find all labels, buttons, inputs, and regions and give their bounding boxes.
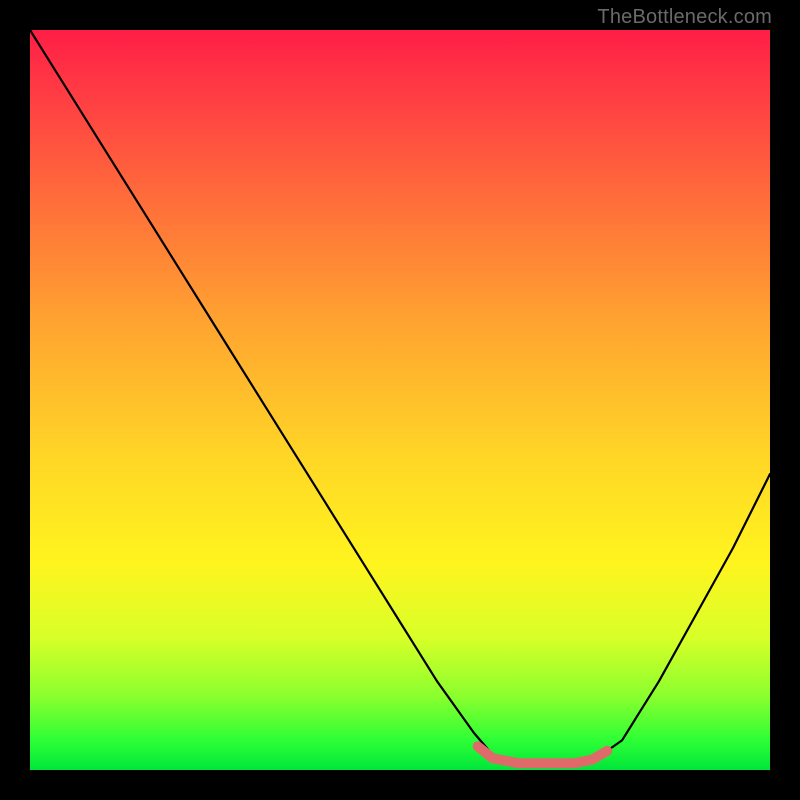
chart-frame: TheBottleneck.com	[0, 0, 800, 800]
plot-area	[30, 30, 770, 770]
main-curve	[30, 30, 770, 764]
trough-marker	[478, 746, 608, 763]
watermark-text: TheBottleneck.com	[597, 6, 772, 29]
plot-svg	[30, 30, 770, 770]
